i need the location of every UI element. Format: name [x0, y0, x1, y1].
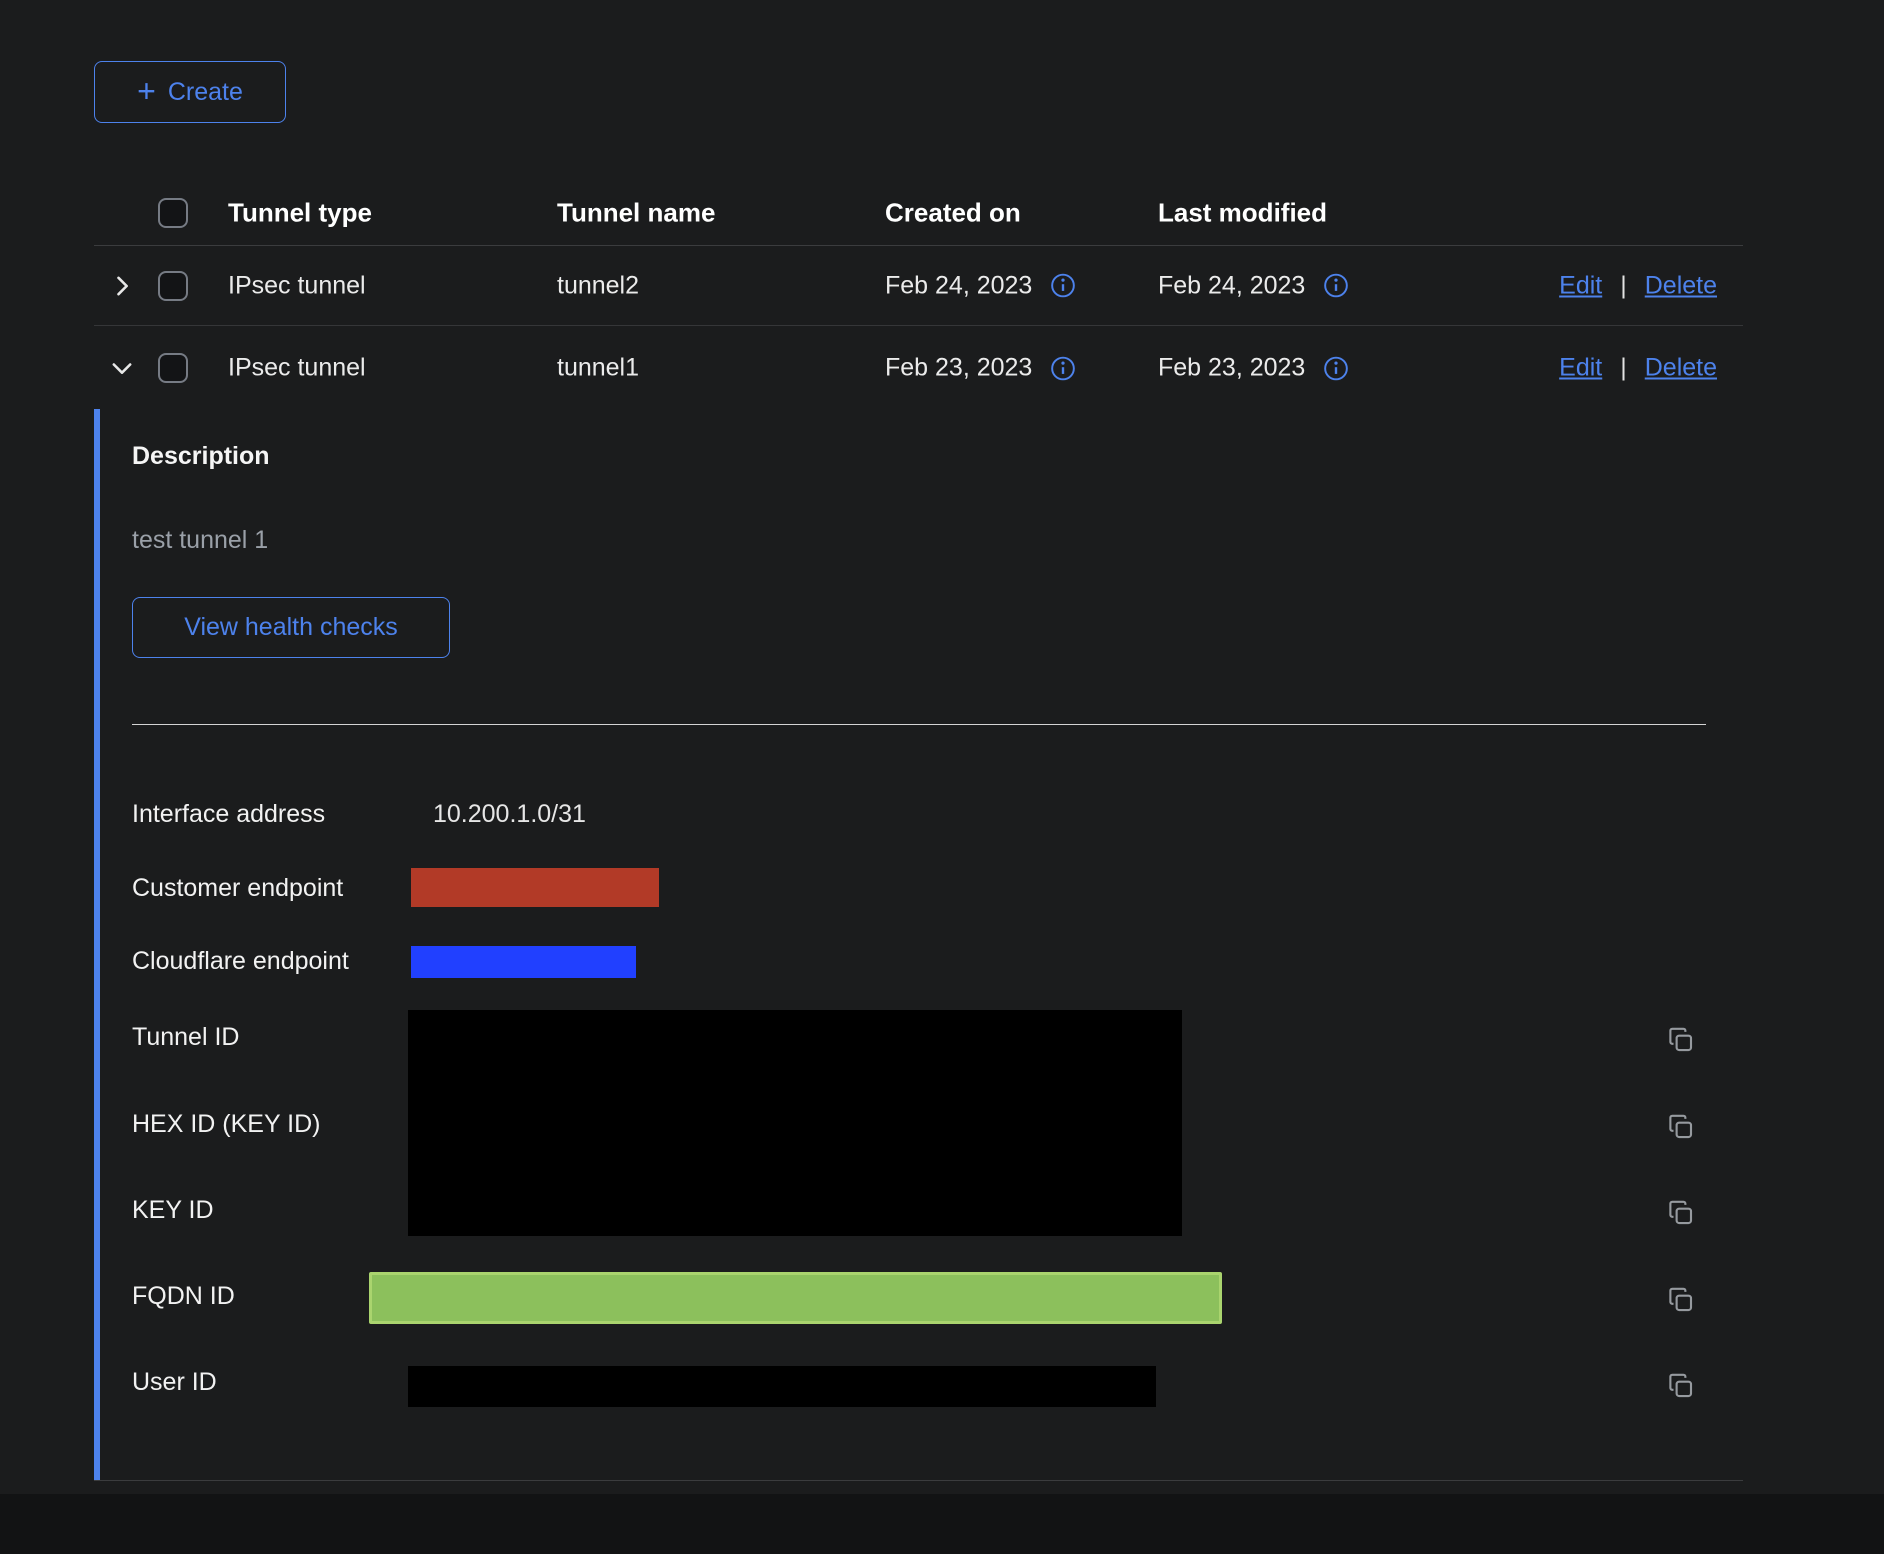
last-modified-cell: Feb 23, 2023 [1158, 354, 1349, 383]
description-heading: Description [132, 442, 270, 471]
row-actions: Edit | Delete [1559, 271, 1717, 300]
created-on-cell: Feb 24, 2023 [885, 271, 1076, 300]
create-button-label: Create [168, 78, 243, 107]
last-modified-value: Feb 23, 2023 [1158, 354, 1305, 383]
copy-icon[interactable] [1666, 1371, 1696, 1401]
created-on-cell: Feb 23, 2023 [885, 354, 1076, 383]
field-label-customer-endpoint: Customer endpoint [132, 874, 343, 903]
copy-icon[interactable] [1666, 1285, 1696, 1315]
tunnel-type-cell: IPsec tunnel [228, 271, 366, 300]
redacted-cloudflare-endpoint-value [411, 946, 636, 978]
row-checkbox[interactable] [158, 271, 188, 301]
description-text: test tunnel 1 [132, 526, 268, 555]
field-label-fqdn-id: FQDN ID [132, 1282, 235, 1311]
view-health-checks-button[interactable]: View health checks [132, 597, 450, 658]
column-header-tunnel-type: Tunnel type [228, 197, 372, 228]
table-header-row: Tunnel type Tunnel name Created on Last … [94, 180, 1743, 246]
section-divider [132, 724, 1706, 725]
field-label-key-id: KEY ID [132, 1196, 214, 1225]
row-checkbox[interactable] [158, 353, 188, 383]
field-value-interface-address: 10.200.1.0/31 [433, 800, 586, 829]
chevron-right-icon[interactable] [104, 268, 140, 304]
last-modified-value: Feb 24, 2023 [1158, 271, 1305, 300]
tunnels-page: + Create Tunnel type Tunnel name Created… [0, 0, 1884, 1554]
copy-icon[interactable] [1666, 1198, 1696, 1228]
copy-icon[interactable] [1666, 1025, 1696, 1055]
redacted-fqdn-id-value [369, 1272, 1222, 1324]
delete-link[interactable]: Delete [1645, 354, 1717, 383]
field-label-interface-address: Interface address [132, 800, 325, 829]
created-on-value: Feb 24, 2023 [885, 271, 1032, 300]
column-header-last-modified: Last modified [1158, 197, 1327, 228]
column-header-tunnel-name: Tunnel name [557, 197, 715, 228]
create-button[interactable]: + Create [94, 61, 286, 123]
redacted-user-id-value [408, 1366, 1156, 1407]
tunnel-name-cell: tunnel1 [557, 354, 639, 383]
select-all-checkbox[interactable] [158, 198, 188, 228]
column-header-created-on: Created on [885, 197, 1021, 228]
footer-strip [0, 1494, 1884, 1554]
field-label-tunnel-id: Tunnel ID [132, 1023, 239, 1052]
tunnel-detail-panel: Description test tunnel 1 View health ch… [94, 409, 1743, 1481]
actions-separator: | [1620, 271, 1627, 300]
info-icon[interactable] [1323, 273, 1349, 299]
plus-icon: + [137, 75, 156, 107]
redacted-customer-endpoint-value [411, 868, 659, 907]
redacted-id-values-block [408, 1010, 1182, 1236]
copy-icon[interactable] [1666, 1112, 1696, 1142]
edit-link[interactable]: Edit [1559, 271, 1602, 300]
last-modified-cell: Feb 24, 2023 [1158, 271, 1349, 300]
tunnel-name-cell: tunnel2 [557, 271, 639, 300]
table-row-tunnel2: IPsec tunnel tunnel2 Feb 24, 2023 Feb 24… [94, 246, 1743, 326]
field-label-user-id: User ID [132, 1368, 217, 1397]
chevron-down-icon[interactable] [104, 350, 140, 386]
edit-link[interactable]: Edit [1559, 354, 1602, 383]
field-label-cloudflare-endpoint: Cloudflare endpoint [132, 947, 349, 976]
table-row-tunnel1: IPsec tunnel tunnel1 Feb 23, 2023 Feb 23… [94, 327, 1743, 409]
created-on-value: Feb 23, 2023 [885, 354, 1032, 383]
row-actions: Edit | Delete [1559, 354, 1717, 383]
info-icon[interactable] [1050, 273, 1076, 299]
field-label-hex-id: HEX ID (KEY ID) [132, 1110, 320, 1139]
info-icon[interactable] [1323, 355, 1349, 381]
tunnel-type-cell: IPsec tunnel [228, 354, 366, 383]
info-icon[interactable] [1050, 355, 1076, 381]
delete-link[interactable]: Delete [1645, 271, 1717, 300]
actions-separator: | [1620, 354, 1627, 383]
view-health-checks-label: View health checks [184, 613, 398, 642]
